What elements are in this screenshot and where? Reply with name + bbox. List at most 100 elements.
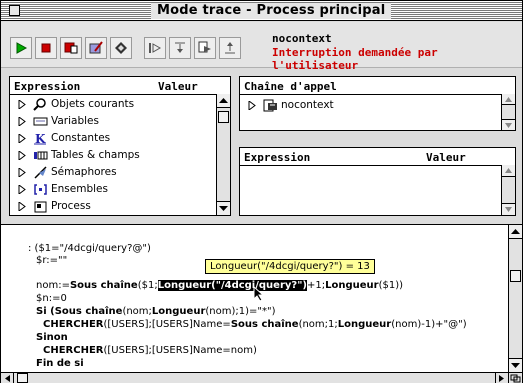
- command-keyword: Sous chaîne: [69, 280, 138, 291]
- disclosure-triangle-icon[interactable]: [18, 202, 26, 211]
- scroll-up-arrow[interactable]: [502, 165, 515, 177]
- call-chain-scrollbar[interactable]: [501, 94, 515, 130]
- command-keyword: Longueur: [151, 306, 206, 317]
- step-out-button[interactable]: [219, 37, 241, 59]
- code-text: $r:="": [36, 255, 68, 266]
- expr-item-current-objects[interactable]: Objets courants: [18, 96, 213, 113]
- code-text: (nom);1)="*"): [205, 306, 276, 317]
- semaphore-icon: [34, 166, 47, 179]
- code-line[interactable]: : ($1="/4dcgi/query?@"): [28, 243, 151, 254]
- arrow-left-icon[interactable]: [3, 374, 12, 383]
- process-icon: [34, 201, 47, 213]
- control-keyword: Si (: [36, 306, 55, 317]
- step-over-button[interactable]: [144, 37, 166, 59]
- scroll-up-arrow[interactable]: [217, 94, 230, 108]
- edit-button[interactable]: [85, 37, 107, 59]
- expr-item-constants[interactable]: K Constantes: [18, 130, 213, 147]
- code-line[interactable]: Fin de si: [36, 358, 84, 369]
- step-routine-icon: [198, 41, 211, 53]
- call-chain-item[interactable]: nocontext: [248, 97, 488, 114]
- code-line[interactable]: $r:="": [36, 255, 67, 266]
- call-chain-pane: Chaîne d'appel nocontext: [239, 76, 516, 131]
- method-icon: [263, 99, 277, 112]
- scroll-down-arrow[interactable]: [502, 203, 515, 215]
- expression-header: Expression: [14, 80, 81, 93]
- expr-item-sets[interactable]: Ensembles: [18, 181, 213, 198]
- variables-icon: [33, 117, 48, 126]
- toolbar: nocontext Interruption demandée par l'ut…: [1, 22, 522, 72]
- command-keyword: Sous chaîne: [54, 306, 123, 317]
- tool-button[interactable]: [110, 37, 132, 59]
- abort-and-edit-button[interactable]: [60, 37, 82, 59]
- code-line[interactable]: Sinon: [36, 332, 68, 343]
- code-line[interactable]: CHERCHER([USERS];[USERS]Name=nom): [43, 345, 257, 356]
- arrow-down-icon: [511, 363, 520, 368]
- disclosure-triangle-icon[interactable]: [18, 185, 26, 194]
- code-line[interactable]: Si (Sous chaîne(nom;Longueur(nom);1)="*"…: [36, 306, 276, 317]
- arrow-right-icon[interactable]: [497, 374, 506, 383]
- call-chain-item-label: nocontext: [281, 99, 334, 111]
- expression-scrollbar[interactable]: [216, 94, 230, 215]
- abort-icon: [64, 42, 78, 54]
- scroll-thumb[interactable]: [510, 270, 521, 282]
- arrow-down-icon: [505, 207, 512, 212]
- step-over-icon: [149, 43, 162, 53]
- arrow-down-icon: [505, 123, 512, 128]
- magnifier-icon: [33, 98, 46, 111]
- code-line[interactable]: $n:=0: [36, 293, 67, 304]
- code-text: (nom;1;: [298, 319, 338, 330]
- run-button[interactable]: [10, 37, 32, 59]
- code-line[interactable]: CHERCHER([USERS];[USERS]Name=Sous chaîne…: [43, 319, 467, 330]
- scroll-thumb[interactable]: [17, 373, 28, 383]
- watch-value-header: Valeur: [426, 151, 466, 164]
- watch-scrollbar[interactable]: [501, 165, 515, 215]
- command-keyword: Longueur: [337, 319, 392, 330]
- scroll-down-arrow[interactable]: [509, 358, 522, 372]
- scroll-thumb[interactable]: [218, 111, 229, 123]
- expr-item-label: Ensembles: [51, 183, 108, 195]
- resize-grip[interactable]: [508, 372, 522, 383]
- value-header: Valeur: [158, 80, 198, 93]
- abort-button[interactable]: [35, 37, 57, 59]
- code-text: +1;: [306, 280, 326, 291]
- code-text: ([USERS];[USERS]Name=nom): [103, 345, 257, 356]
- arrow-up-icon: [505, 97, 512, 102]
- arrow-up-icon: [505, 168, 512, 173]
- expr-item-variables[interactable]: Variables: [18, 113, 213, 130]
- routine-name: nocontext: [272, 32, 332, 45]
- step-routine-button[interactable]: [194, 37, 216, 59]
- expr-item-process[interactable]: Process: [18, 198, 213, 214]
- call-chain-header: Chaîne d'appel: [244, 80, 337, 93]
- code-horizontal-scrollbar[interactable]: [1, 372, 508, 383]
- command-keyword: CHERCHER: [43, 345, 104, 356]
- disclosure-triangle-icon[interactable]: [18, 134, 26, 143]
- disclosure-triangle-icon[interactable]: [18, 151, 26, 160]
- code-text: ([USERS];[USERS]Name=: [103, 319, 231, 330]
- close-box[interactable]: [9, 5, 20, 16]
- expr-item-label: Variables: [51, 115, 99, 127]
- disclosure-triangle-icon[interactable]: [248, 101, 256, 110]
- status-message: Interruption demandée par l'utilisateur: [272, 46, 438, 72]
- expr-item-label: Tables & champs: [51, 149, 140, 161]
- scroll-up-arrow[interactable]: [509, 225, 522, 239]
- step-into-button[interactable]: [169, 37, 191, 59]
- watch-expression-header: Expression: [244, 151, 311, 164]
- disclosure-triangle-icon[interactable]: [18, 100, 26, 109]
- expr-item-tables-fields[interactable]: Tables & champs: [18, 147, 213, 164]
- scroll-up-arrow[interactable]: [502, 94, 515, 105]
- expr-item-semaphores[interactable]: Sémaphores: [18, 164, 213, 181]
- title-bar[interactable]: Mode trace - Process principal: [1, 1, 522, 21]
- code-line[interactable]: nom:=Sous chaîne($1;Longueur("/4dcgi/que…: [36, 280, 403, 291]
- scroll-down-arrow[interactable]: [502, 119, 515, 130]
- expr-item-label: Sémaphores: [51, 166, 117, 178]
- step-out-icon: [225, 42, 235, 54]
- svg-text:K: K: [35, 132, 46, 145]
- sets-icon: [34, 184, 47, 195]
- selected-expression[interactable]: Longueur("/4dcgi/query?"): [157, 280, 307, 291]
- scroll-down-arrow[interactable]: [217, 201, 230, 215]
- code-vertical-scrollbar[interactable]: [508, 225, 522, 372]
- debugger-window: Mode trace - Process principal nocontext…: [0, 0, 523, 383]
- expr-item-label: Objets courants: [51, 98, 135, 110]
- disclosure-triangle-icon[interactable]: [18, 117, 26, 126]
- disclosure-triangle-icon[interactable]: [18, 168, 26, 177]
